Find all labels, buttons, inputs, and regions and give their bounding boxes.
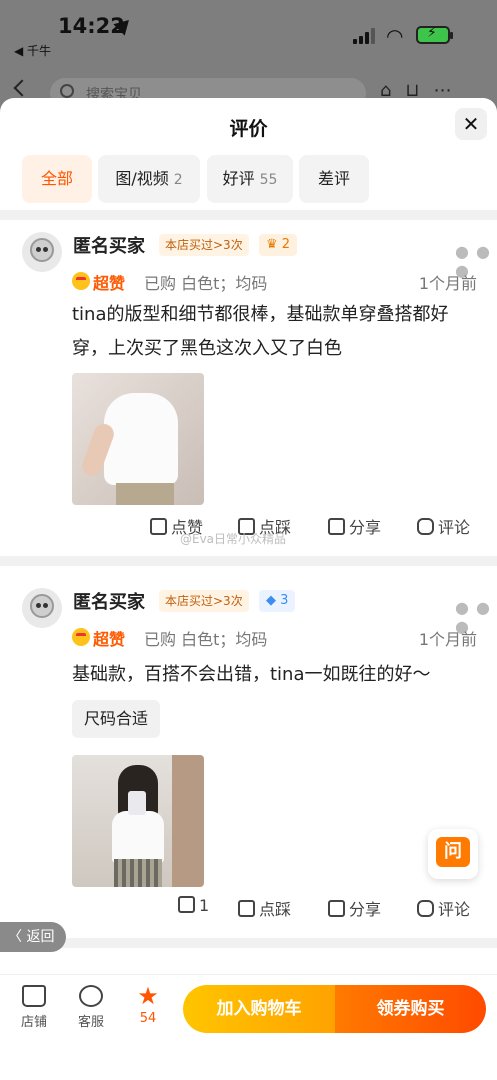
favorites-tab[interactable]: ★ 54 bbox=[128, 982, 168, 1026]
repeat-buyer-badge: 本店买过>3次 bbox=[159, 590, 249, 612]
thumbs-up-icon bbox=[178, 896, 195, 913]
review-content: 基础款，百搭不会出错，tina一如既往的好～ bbox=[72, 664, 431, 685]
purchase-info: 已购 白色t；均码 bbox=[144, 274, 268, 293]
crown-level-badge: ♛ 2 bbox=[259, 234, 298, 256]
avatar[interactable] bbox=[22, 232, 62, 272]
comment-icon bbox=[417, 900, 434, 917]
floating-back-button[interactable]: 〈 返回 bbox=[0, 922, 66, 952]
divider bbox=[0, 556, 497, 566]
review-tag[interactable]: 尺码合适 bbox=[72, 700, 161, 738]
share-icon bbox=[328, 900, 345, 917]
rating-row: 超赞 已购 白色t；均码 1个月前 bbox=[72, 270, 477, 294]
thumbs-down-icon bbox=[238, 900, 255, 917]
dislike-button[interactable]: 点踩 bbox=[238, 896, 291, 920]
status-bar: 14:22 ◀ 千牛 ◠ ⚡ bbox=[0, 0, 497, 70]
review-actions: 1 点踩 分享 评论 bbox=[150, 896, 477, 920]
wifi-icon: ◠ bbox=[386, 24, 404, 48]
filter-all[interactable]: 全部 bbox=[22, 155, 92, 203]
rating-row: 超赞 已购 白色t；均码 1个月前 bbox=[72, 626, 477, 650]
bottom-bar: 店铺 客服 ★ 54 加入购物车 领券购买 bbox=[0, 974, 497, 1080]
question-icon: 问 bbox=[436, 837, 470, 867]
review-sheet: 评价 ✕ 全部 图/视频 2 好评 55 差评 匿名买家 本店买过>3次 ♛ 2 ●… bbox=[0, 98, 497, 1080]
back-icon bbox=[13, 79, 31, 97]
close-button[interactable]: ✕ bbox=[455, 108, 487, 140]
thumbs-up-icon bbox=[150, 518, 167, 535]
back-to-app-link[interactable]: ◀ 千牛 bbox=[14, 42, 51, 59]
divider bbox=[0, 210, 497, 220]
ask-button[interactable]: 问 bbox=[428, 829, 478, 879]
like-button[interactable]: 1 bbox=[178, 896, 209, 915]
buy-button[interactable]: 领券购买 bbox=[335, 985, 486, 1033]
review-content: tina的版型和细节都很棒，基础款单穿叠搭都好穿，上次买了黑色这次入又了白色 bbox=[72, 304, 449, 359]
divider bbox=[0, 938, 497, 948]
review-time: 1个月前 bbox=[418, 630, 477, 649]
signal-icon bbox=[353, 28, 377, 44]
reviewer-name: 匿名买家 bbox=[73, 236, 145, 257]
watermark: @Eva日常小众精品 bbox=[180, 532, 287, 546]
add-to-cart-button[interactable]: 加入购物车 bbox=[183, 985, 335, 1033]
diamond-level-badge: ◆ 3 bbox=[259, 590, 296, 612]
share-button[interactable]: 分享 bbox=[328, 896, 381, 920]
battery-icon: ⚡ bbox=[416, 25, 453, 44]
service-icon bbox=[79, 985, 103, 1007]
avatar[interactable] bbox=[22, 588, 62, 628]
smile-icon bbox=[72, 628, 90, 646]
shop-tab[interactable]: 店铺 bbox=[14, 985, 54, 1030]
reviewer-name: 匿名买家 bbox=[73, 592, 145, 613]
comment-icon bbox=[417, 518, 434, 535]
service-tab[interactable]: 客服 bbox=[71, 985, 111, 1030]
repeat-buyer-badge: 本店买过>3次 bbox=[159, 234, 249, 256]
purchase-info: 已购 白色t；均码 bbox=[144, 630, 268, 649]
rating-label: 超赞 bbox=[93, 274, 126, 293]
share-icon bbox=[328, 518, 345, 535]
review-photo[interactable] bbox=[72, 373, 204, 505]
smile-icon bbox=[72, 272, 90, 290]
comment-button[interactable]: 评论 bbox=[417, 514, 470, 538]
rating-label: 超赞 bbox=[93, 630, 126, 649]
comment-button[interactable]: 评论 bbox=[417, 896, 470, 920]
search-icon bbox=[60, 84, 74, 98]
review-photo[interactable] bbox=[72, 755, 204, 887]
filter-positive[interactable]: 好评 55 bbox=[207, 155, 293, 203]
sheet-title: 评价 bbox=[229, 118, 268, 140]
shop-icon bbox=[22, 985, 46, 1007]
star-icon: ★ bbox=[137, 982, 159, 1010]
filter-photo-video[interactable]: 图/视频 2 bbox=[98, 155, 200, 203]
review-time: 1个月前 bbox=[418, 274, 477, 293]
filter-negative[interactable]: 差评 bbox=[299, 155, 369, 203]
share-button[interactable]: 分享 bbox=[328, 514, 381, 538]
